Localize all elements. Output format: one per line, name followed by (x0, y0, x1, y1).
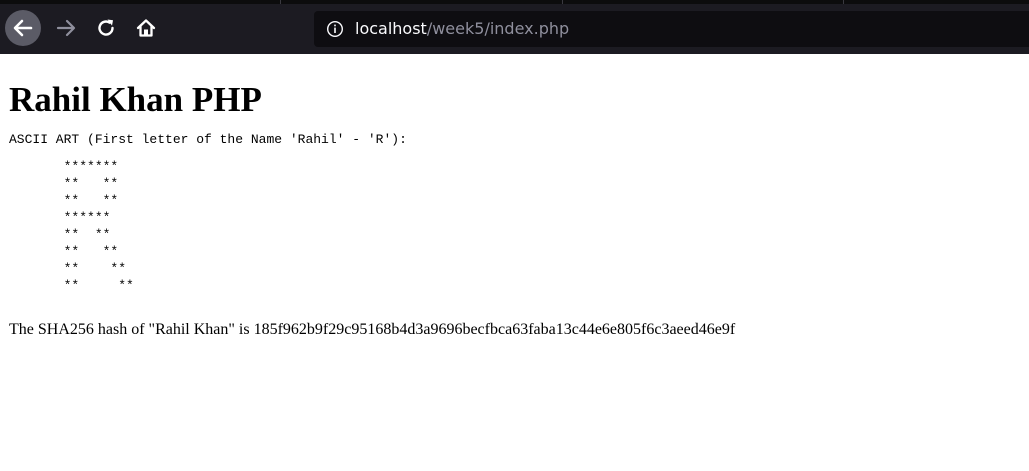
ascii-art: ******* ** ** ** ** ****** ** ** ** ** *… (9, 158, 1020, 294)
reload-icon (98, 19, 114, 36)
info-circle-icon[interactable] (326, 20, 344, 38)
tab-separator (843, 0, 844, 4)
tab-separator (280, 0, 281, 4)
page-content: Rahil Khan PHP ASCII ART (First letter o… (0, 54, 1029, 340)
ascii-line: ** ** (9, 244, 119, 259)
forward-button[interactable] (48, 10, 84, 46)
home-icon (136, 19, 156, 37)
ascii-line: ** ** (9, 227, 111, 242)
browser-toolbar: localhost/week5/index.php (0, 0, 1029, 54)
ascii-line: ** ** (9, 176, 119, 191)
tab-strip (0, 0, 1029, 4)
back-button[interactable] (5, 10, 41, 46)
url-path: /week5/index.php (426, 19, 570, 38)
ascii-line: ** ** (9, 193, 119, 208)
sha256-hash-text: The SHA256 hash of "Rahil Khan" is 185f9… (9, 321, 736, 338)
address-bar[interactable]: localhost/week5/index.php (314, 11, 1029, 47)
ascii-line: ** ** (9, 278, 134, 293)
arrow-left-icon (13, 19, 33, 37)
ascii-line: ****** (9, 210, 111, 225)
ascii-line: ** ** (9, 261, 127, 276)
home-button[interactable] (128, 10, 164, 46)
ascii-caption: ASCII ART (First letter of the Name 'Rah… (9, 132, 407, 147)
page-title: Rahil Khan PHP (9, 80, 262, 119)
tab-separator (562, 0, 563, 4)
url-text[interactable]: localhost/week5/index.php (355, 20, 569, 38)
arrow-right-icon (56, 19, 76, 37)
url-host: localhost (355, 19, 427, 38)
ascii-line: ******* (9, 159, 119, 174)
reload-button[interactable] (88, 10, 124, 46)
